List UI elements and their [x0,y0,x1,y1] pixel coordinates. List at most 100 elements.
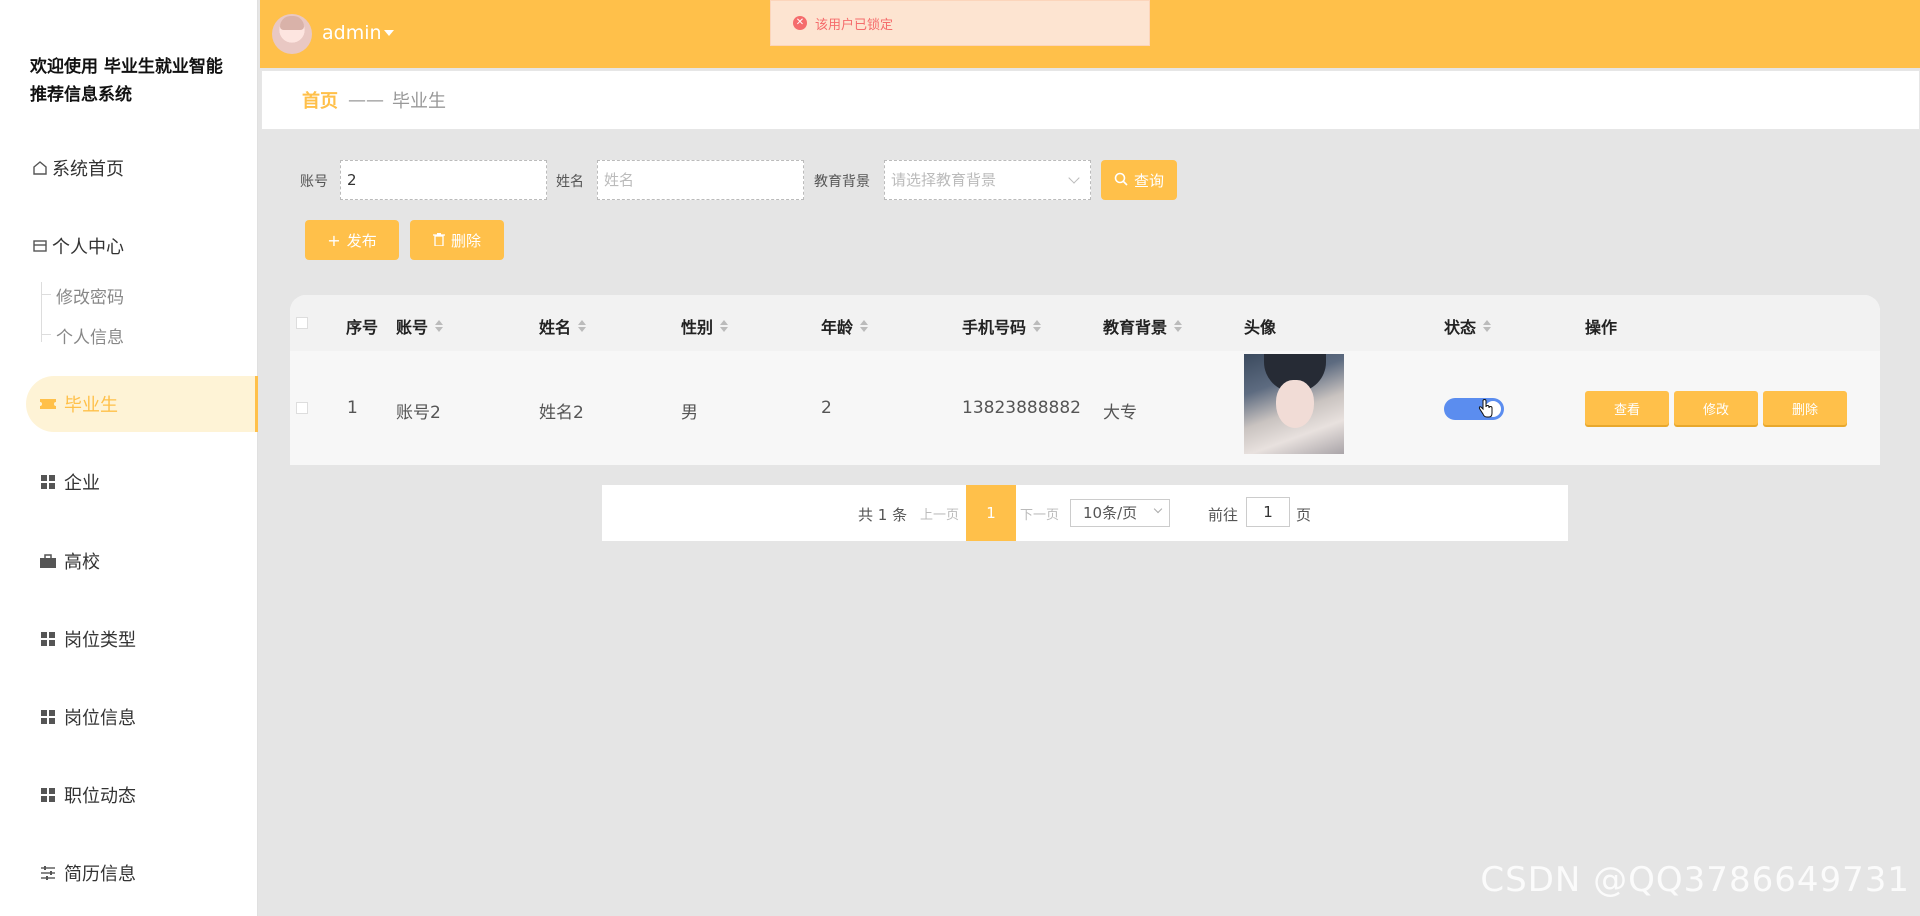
column-header-age[interactable]: 年龄 [821,314,869,338]
sidebar-item-job-type[interactable]: 岗位类型 [0,611,258,667]
row-checkbox[interactable] [296,402,308,414]
name-input[interactable]: 姓名 [597,160,804,200]
education-select-placeholder: 请选择教育背景 [891,171,997,189]
sort-icon[interactable] [435,320,444,332]
caret-down-icon[interactable] [384,30,394,36]
sidebar-item-label: 毕业生 [64,395,118,416]
sliders-icon [38,863,58,883]
query-button-label: 查询 [1133,171,1164,190]
sidebar-subitem-personal-info[interactable]: 个人信息 [56,323,124,348]
name-label: 姓名 [556,174,584,190]
column-header-actions: 操作 [1585,314,1617,338]
column-header-status[interactable]: 状态 [1444,314,1492,338]
batch-delete-button-label: 删除 [450,231,481,250]
account-input[interactable]: 2 [340,160,547,200]
sidebar-item-label: 岗位信息 [64,708,136,729]
column-header-label: 年龄 [821,318,854,337]
goto-label: 前往 [1208,506,1239,524]
avatar-image[interactable] [1244,354,1344,454]
column-header-label: 状态 [1444,318,1477,337]
sort-icon[interactable] [720,320,729,332]
grid-icon [38,472,58,492]
goto-page-input[interactable]: 1 [1246,497,1290,527]
page-number-current[interactable]: 1 [966,485,1016,541]
sidebar-item-label: 岗位类型 [64,630,136,651]
submenu-tick [41,294,51,295]
column-header-gender[interactable]: 性别 [681,314,729,338]
query-button[interactable]: 查询 [1101,160,1177,200]
next-page-button[interactable]: 下一页 [1020,504,1059,523]
column-header-label: 性别 [681,318,714,337]
cell-account: 账号2 [396,403,441,423]
column-header-education[interactable]: 教育背景 [1103,314,1183,338]
submenu-tick [41,334,51,335]
sidebar-item-enterprise[interactable]: 企业 [0,454,258,510]
column-header-phone[interactable]: 手机号码 [962,314,1042,338]
sort-icon[interactable] [1174,320,1183,332]
sidebar-item-label: 企业 [64,473,100,494]
column-header-label: 头像 [1244,318,1277,337]
error-toast: ✕ 该用户已锁定 [770,0,1150,46]
sidebar-item-personal-center[interactable]: 个人中心 [0,218,258,274]
search-icon [1114,171,1128,190]
prev-page-button[interactable]: 上一页 [920,504,959,523]
error-circle-icon: ✕ [793,16,807,30]
sidebar-item-label: 职位动态 [64,786,136,807]
cell-name: 姓名2 [539,403,584,423]
sort-icon[interactable] [578,320,587,332]
sidebar-item-graduates[interactable]: 毕业生 [26,376,258,432]
chevron-down-icon [1068,172,1080,184]
column-header-name[interactable]: 姓名 [539,314,587,338]
batch-delete-button[interactable]: 删除 [410,220,504,260]
sidebar: 欢迎使用 毕业生就业智能推荐信息系统 系统首页 个人中心 修改密码 个人信息 毕… [0,0,258,916]
table-header: 序号 账号 姓名 性别 年龄 手机号码 教育背景 头像 状态 操作 [290,295,1880,351]
sidebar-item-home[interactable]: 系统首页 [0,140,258,196]
sidebar-item-job-info[interactable]: 岗位信息 [0,689,258,745]
grid-icon [38,629,58,649]
page-size-value: 10条/页 [1083,504,1138,522]
column-header-index: 序号 [346,314,378,338]
watermark: CSDN @QQ3786649731 [1480,860,1910,900]
select-all-checkbox[interactable] [296,317,308,329]
column-header-label: 序号 [346,318,379,337]
edit-button[interactable]: 修改 [1674,391,1758,425]
column-header-label: 姓名 [539,318,572,337]
home-icon [30,158,50,178]
sidebar-item-label: 系统首页 [52,159,124,180]
column-header-avatar: 头像 [1244,314,1276,338]
column-header-label: 操作 [1585,318,1618,337]
sidebar-subitem-change-password[interactable]: 修改密码 [56,283,124,308]
sidebar-item-label: 简历信息 [64,864,136,885]
column-header-label: 教育背景 [1103,318,1168,337]
username-dropdown[interactable]: admin [322,22,382,44]
sidebar-item-job-news[interactable]: 职位动态 [0,767,258,823]
avatar[interactable] [272,14,312,54]
cell-index: 1 [347,398,358,418]
account-label: 账号 [300,174,328,190]
cell-phone: 13823888882 [962,398,1081,418]
sidebar-item-university[interactable]: 高校 [0,533,258,589]
cell-education: 大专 [1103,403,1137,423]
column-header-account[interactable]: 账号 [396,314,444,338]
education-label: 教育背景 [814,174,870,190]
table-row: 1 账号2 姓名2 男 2 13823888882 大专 查看 修改 删除 [290,351,1880,465]
view-button[interactable]: 查看 [1585,391,1669,425]
submenu-divider [41,282,42,342]
sort-icon[interactable] [1483,320,1492,332]
breadcrumb: 首页 —— 毕业生 [261,70,1920,130]
sort-icon[interactable] [1033,320,1042,332]
sidebar-item-label: 高校 [64,552,100,573]
graduates-table: 序号 账号 姓名 性别 年龄 手机号码 教育背景 头像 状态 操作 1 账号2 … [290,295,1880,465]
goto-unit-label: 页 [1296,506,1312,524]
wallet-icon [30,236,50,256]
sidebar-item-resume[interactable]: 简历信息 [0,845,258,901]
education-select[interactable]: 请选择教育背景 [884,160,1091,200]
cell-gender: 男 [681,403,698,423]
page-size-select[interactable]: 10条/页 [1070,499,1170,527]
breadcrumb-home[interactable]: 首页 [302,87,338,113]
pagination: 共 1 条 上一页 1 下一页 10条/页 前往 1 页 [602,485,1568,541]
delete-button[interactable]: 删除 [1763,391,1847,425]
sort-icon[interactable] [860,320,869,332]
plus-icon: + [327,230,341,250]
publish-button[interactable]: + 发布 [305,220,399,260]
